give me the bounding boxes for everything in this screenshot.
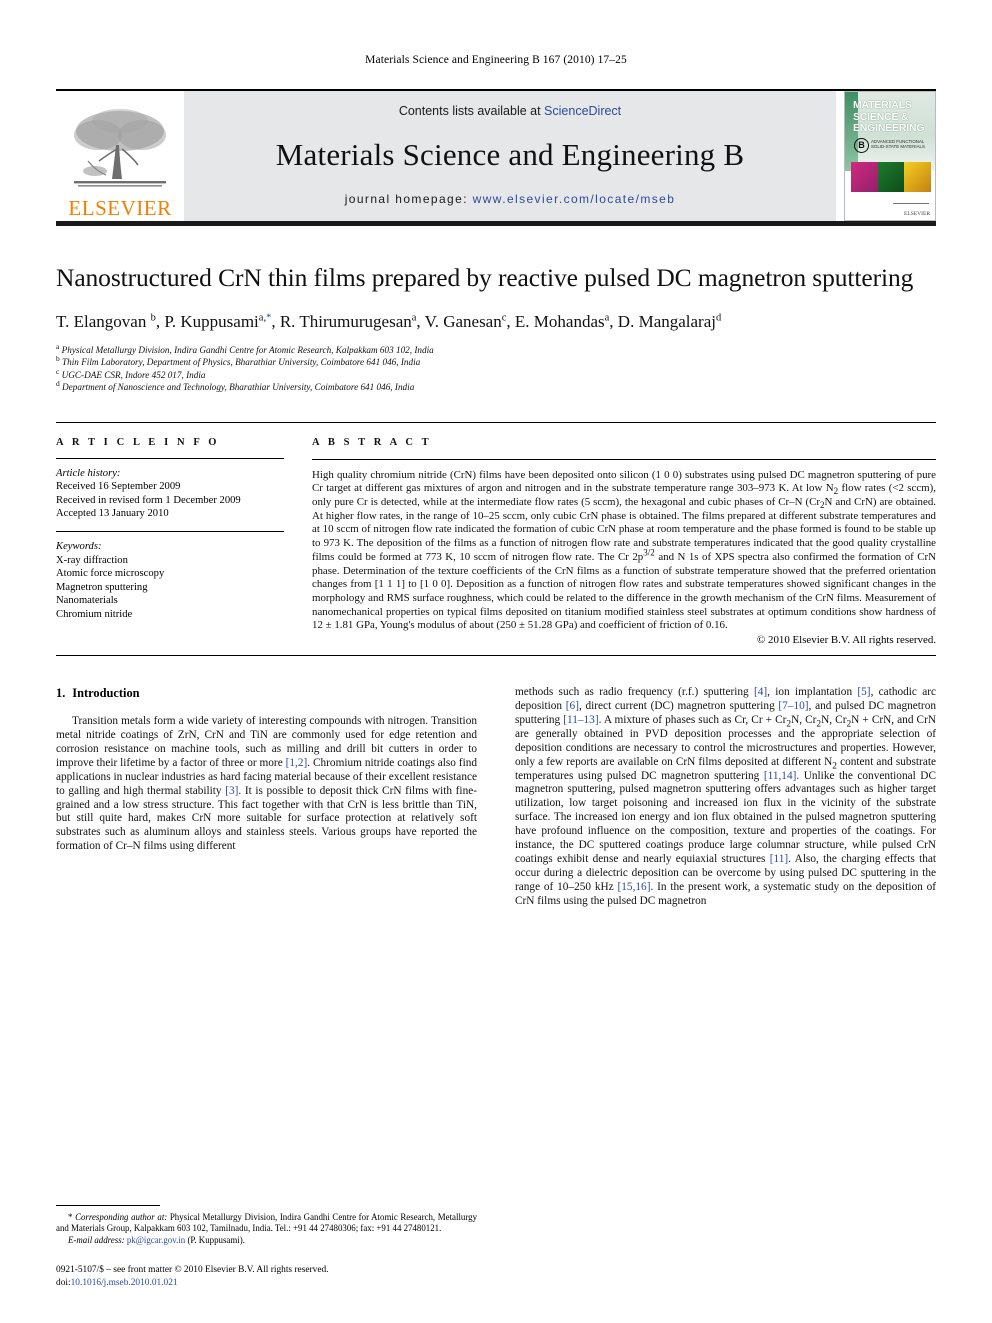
doi-link[interactable]: 10.1016/j.mseb.2010.01.021 (71, 1278, 178, 1288)
keywords-rule (56, 531, 284, 532)
keyword-item: Nanomaterials (56, 595, 118, 607)
affiliation-list: a Physical Metallurgy Division, Indira G… (56, 341, 936, 394)
keywords-block: Keywords: X-ray diffraction Atomic force… (56, 540, 284, 622)
cover-title: MATERIALS SCIENCE & ENGINEERING (853, 99, 933, 135)
affiliation-item: d Department of Nanoscience and Technolo… (56, 379, 936, 393)
journal-homepage-link[interactable]: www.elsevier.com/locate/mseb (473, 192, 676, 206)
abstract-rule (312, 458, 936, 460)
body-column-left: 1. Introduction Transition metals form a … (56, 686, 477, 909)
email-label: E-mail address: (68, 1234, 125, 1245)
footnote-area: * Corresponding author at: Physical Meta… (56, 1204, 477, 1289)
contents-lists-line: Contents lists available at ScienceDirec… (399, 104, 621, 118)
homepage-prefix: journal homepage: (344, 192, 473, 206)
article-history-revised: Received in revised form 1 December 2009 (56, 494, 241, 506)
corresponding-author-note: * Corresponding author at: Physical Meta… (56, 1212, 477, 1246)
intro-paragraph-left: Transition metals form a wide variety of… (56, 715, 478, 853)
article-info-heading: A R T I C L E I N F O (56, 436, 220, 448)
body-columns: 1. Introduction Transition metals form a … (56, 686, 936, 909)
keyword-item: Atomic force microscopy (56, 568, 165, 580)
page-title: Nanostructured CrN thin films prepared b… (56, 263, 914, 292)
cover-title-line-1: MATERIALS (853, 99, 912, 111)
info-abstract-block: A R T I C L E I N F O Article history: R… (56, 421, 936, 646)
imprint-block: 0921-5107/$ – see front matter © 2010 El… (56, 1264, 477, 1289)
abstract-bottom-rule (56, 655, 936, 657)
elsevier-logo: ELSEVIER (56, 91, 184, 221)
body-column-right: methods such as radio frequency (r.f.) s… (515, 686, 936, 909)
masthead-bottom-rule (56, 221, 936, 226)
abstract-heading: A B S T R A C T (312, 436, 432, 448)
masthead-center: Contents lists available at ScienceDirec… (184, 91, 836, 221)
journal-homepage-line: journal homepage: www.elsevier.com/locat… (345, 192, 676, 206)
footnote-rule (56, 1204, 160, 1206)
affiliation-marker: b (56, 354, 60, 364)
email-owner: (P. Kuppusami). (187, 1234, 245, 1245)
elsevier-tree-icon (74, 109, 166, 187)
intro-paragraph-right: methods such as radio frequency (r.f.) s… (515, 686, 937, 907)
affiliation-item: a Physical Metallurgy Division, Indira G… (56, 341, 936, 356)
affiliation-marker: d (56, 379, 60, 389)
cover-title-line-3: ENGINEERING (853, 122, 925, 134)
cover-swatch-magenta (851, 162, 878, 196)
article-info-column: A R T I C L E I N F O Article history: R… (56, 423, 302, 646)
doi-line: doi:10.1016/j.mseb.2010.01.021 (56, 1277, 477, 1289)
paper-page: Materials Science and Engineering B 167 … (0, 0, 992, 1323)
section-label: Introduction (72, 686, 140, 701)
keyword-item: Chromium nitride (56, 608, 133, 620)
article-history-label: Article history: (56, 467, 121, 479)
affiliation-marker: c (56, 366, 60, 376)
author-list: T. Elangovan b, P. Kuppusamia,*, R. Thir… (56, 312, 722, 331)
cover-top: MATERIALS SCIENCE & ENGINEERING B ADVANC… (845, 92, 935, 196)
article-info-rule (56, 457, 284, 459)
abstract-column: A B S T R A C T High quality chromium ni… (302, 423, 936, 646)
section-number: 1. (56, 686, 66, 701)
journal-masthead: ELSEVIER Contents lists available at Sci… (56, 89, 936, 221)
journal-cover-thumbnail: MATERIALS SCIENCE & ENGINEERING B ADVANC… (844, 91, 936, 221)
article-history-received: Received 16 September 2009 (56, 481, 181, 493)
cover-badge-b: B (854, 138, 869, 153)
affiliation-text: Thin Film Laboratory, Department of Phys… (62, 357, 421, 368)
affiliation-item: b Thin Film Laboratory, Department of Ph… (56, 354, 936, 368)
running-head: Materials Science and Engineering B 167 … (365, 54, 627, 66)
cover-swatch-yellow (904, 162, 932, 196)
affiliation-marker: a (56, 341, 60, 351)
elsevier-wordmark: ELSEVIER (68, 196, 172, 220)
cover-subtitle: ADVANCED FUNCTIONAL SOLID-STATE MATERIAL… (871, 139, 925, 149)
keyword-item: X-ray diffraction (56, 554, 128, 566)
abstract-copyright: © 2010 Elsevier B.V. All rights reserved… (757, 634, 936, 647)
contents-prefix: Contents lists available at (398, 104, 545, 118)
journal-title: Materials Science and Engineering B (275, 137, 745, 172)
affiliation-item: c UGC-DAE CSR, Indore 452 017, India (56, 366, 936, 381)
abstract-text: High quality chromium nitride (CrN) film… (312, 468, 936, 632)
section-heading-introduction: 1. Introduction (56, 686, 477, 701)
email-link[interactable]: pk@igcar.gov.in (127, 1235, 185, 1245)
keywords-label: Keywords: (56, 541, 102, 552)
issn-copyright-line: 0921-5107/$ – see front matter © 2010 El… (56, 1265, 329, 1276)
article-history-accepted: Accepted 13 January 2010 (56, 508, 169, 520)
email-line: E-mail address: pk@igcar.gov.in (P. Kupp… (56, 1235, 477, 1246)
affiliation-text: UGC-DAE CSR, Indore 452 017, India (61, 369, 206, 380)
cover-swatch-green (877, 162, 905, 196)
affiliation-text: Department of Nanoscience and Technology… (62, 382, 415, 393)
cover-imprint: ELSEVIER (904, 211, 930, 217)
doi-label: doi: (56, 1277, 71, 1288)
cover-image-strip (851, 162, 932, 196)
affiliation-text: Physical Metallurgy Division, Indira Gan… (61, 345, 434, 355)
corresponding-author-text: * Corresponding author at: Physical Meta… (56, 1211, 478, 1234)
cover-divider (893, 203, 929, 204)
keyword-item: Magnetron sputtering (56, 581, 148, 593)
sciencedirect-link[interactable]: ScienceDirect (544, 104, 621, 118)
